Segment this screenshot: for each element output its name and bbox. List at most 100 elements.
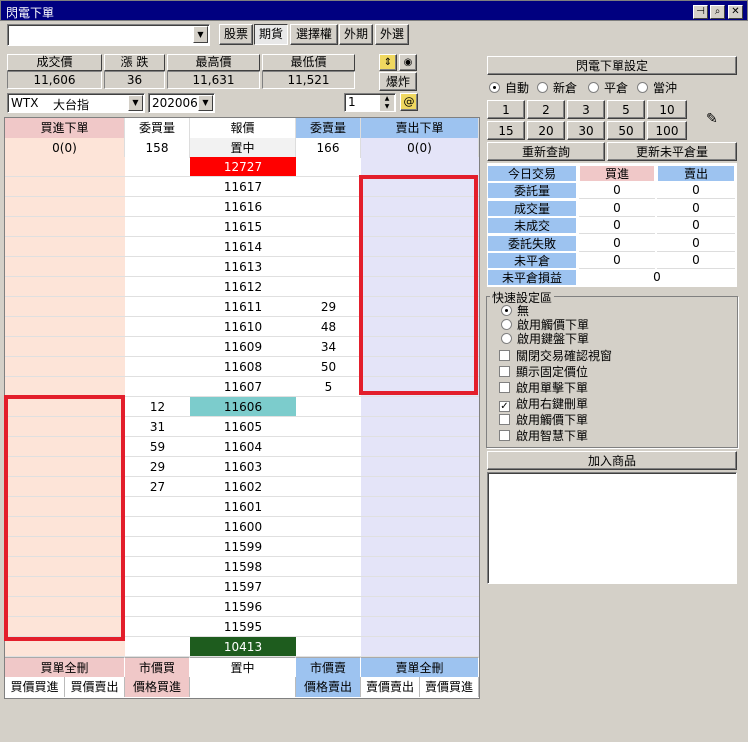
product-list[interactable]: [487, 472, 737, 584]
buy-order-cell[interactable]: [5, 337, 125, 357]
price-cell[interactable]: 11608: [190, 357, 296, 377]
footer2-button-1[interactable]: 買價賣出: [65, 677, 125, 697]
eye-icon[interactable]: ◉: [399, 54, 417, 71]
price-cell[interactable]: 11600: [190, 517, 296, 537]
footer2-button-0[interactable]: 買價買進: [5, 677, 65, 697]
price-cell[interactable]: 11603: [190, 457, 296, 477]
sell-order-cell[interactable]: [361, 277, 479, 297]
price-cell[interactable]: 11612: [190, 277, 296, 297]
buy-order-cell[interactable]: [5, 477, 125, 497]
sort-icon[interactable]: ⇕: [379, 54, 397, 71]
sell-order-cell[interactable]: [361, 497, 479, 517]
buy-order-cell[interactable]: [5, 417, 125, 437]
sell-order-cell[interactable]: [361, 177, 479, 197]
price-cell[interactable]: 11615: [190, 217, 296, 237]
search-icon[interactable]: ⌕: [710, 5, 725, 19]
close-icon[interactable]: ✕: [728, 5, 743, 19]
sell-order-cell[interactable]: [361, 357, 479, 377]
price-cell[interactable]: 11599: [190, 537, 296, 557]
mode-radio-3[interactable]: 當沖: [637, 79, 677, 96]
buy-order-cell[interactable]: [5, 377, 125, 397]
tab-2[interactable]: 選擇權: [290, 24, 338, 45]
price-cell[interactable]: 11604: [190, 437, 296, 457]
buy-order-cell[interactable]: [5, 237, 125, 257]
settings-title-button[interactable]: 閃電下單設定: [487, 56, 737, 75]
qty-button-100[interactable]: 100: [647, 121, 687, 140]
buy-order-cell[interactable]: [5, 297, 125, 317]
spin-up-icon[interactable]: ▲: [380, 95, 394, 103]
sell-order-cell[interactable]: [361, 517, 479, 537]
quick-radio-2[interactable]: 啟用鍵盤下單: [501, 330, 589, 347]
footer2-button-2[interactable]: 價格買進: [125, 677, 190, 697]
tab-3[interactable]: 外期: [339, 24, 373, 45]
price-cell[interactable]: 11609: [190, 337, 296, 357]
price-cell[interactable]: 11601: [190, 497, 296, 517]
sell-order-cell[interactable]: [361, 197, 479, 217]
buy-order-cell[interactable]: [5, 637, 125, 657]
buy-order-cell[interactable]: [5, 357, 125, 377]
qty-button-5[interactable]: 5: [607, 100, 645, 119]
buy-order-cell[interactable]: [5, 597, 125, 617]
quick-check-0[interactable]: 關閉交易確認視窗: [499, 347, 612, 364]
footer2-button-6[interactable]: 賣價買進: [420, 677, 479, 697]
eraser-icon[interactable]: ✎: [706, 111, 718, 127]
sell-order-cell[interactable]: [361, 297, 479, 317]
sell-order-cell[interactable]: [361, 457, 479, 477]
sell-order-cell[interactable]: [361, 557, 479, 577]
price-cell[interactable]: 11617: [190, 177, 296, 197]
buy-order-cell[interactable]: [5, 497, 125, 517]
buy-order-cell[interactable]: [5, 517, 125, 537]
price-cell[interactable]: 11614: [190, 237, 296, 257]
price-cell[interactable]: 11602: [190, 477, 296, 497]
buy-order-cell[interactable]: [5, 217, 125, 237]
qty-button-1[interactable]: 1: [487, 100, 525, 119]
quick-check-4[interactable]: 啟用觸價下單: [499, 411, 588, 428]
footer2-button-4[interactable]: 價格賣出: [296, 677, 361, 697]
footer-sell-all-button[interactable]: 賣單全刪: [361, 657, 479, 677]
sell-order-cell[interactable]: [361, 257, 479, 277]
price-cell[interactable]: 11606: [190, 397, 296, 417]
buy-order-cell[interactable]: [5, 257, 125, 277]
buy-order-cell[interactable]: [5, 557, 125, 577]
quick-check-2[interactable]: 啟用單擊下單: [499, 379, 588, 396]
buy-order-cell[interactable]: [5, 177, 125, 197]
price-cell[interactable]: 11611: [190, 297, 296, 317]
update-open-button[interactable]: 更新未平倉量: [607, 142, 737, 161]
buy-order-cell[interactable]: [5, 317, 125, 337]
mode-radio-0[interactable]: 自動: [489, 79, 529, 96]
product-select[interactable]: WTX 大台指 ▼: [7, 93, 145, 113]
mode-radio-1[interactable]: 新倉: [537, 79, 577, 96]
qty-button-2[interactable]: 2: [527, 100, 565, 119]
pin-icon[interactable]: ⊣: [693, 5, 708, 19]
sell-order-cell[interactable]: [361, 217, 479, 237]
buy-order-cell[interactable]: [5, 537, 125, 557]
price-cell[interactable]: 11596: [190, 597, 296, 617]
sell-order-cell[interactable]: [361, 397, 479, 417]
qty-button-50[interactable]: 50: [607, 121, 645, 140]
sell-order-cell[interactable]: [361, 637, 479, 657]
refresh-icon[interactable]: @: [400, 93, 418, 111]
spin-down-icon[interactable]: ▼: [380, 103, 394, 111]
tab-0[interactable]: 股票: [219, 24, 253, 45]
qty-button-30[interactable]: 30: [567, 121, 605, 140]
tab-1[interactable]: 期貨: [254, 24, 288, 45]
footer-buy-all-button[interactable]: 買單全刪: [5, 657, 125, 677]
price-cell[interactable]: 11605: [190, 417, 296, 437]
sell-order-cell[interactable]: [361, 317, 479, 337]
sell-order-cell[interactable]: [361, 537, 479, 557]
qty-button-3[interactable]: 3: [567, 100, 605, 119]
footer-center-button[interactable]: 置中: [190, 657, 296, 677]
month-select[interactable]: 202006 ▼: [148, 93, 215, 113]
explode-button[interactable]: 爆炸: [379, 72, 417, 91]
sell-order-cell[interactable]: [361, 617, 479, 637]
sell-order-cell[interactable]: [361, 157, 479, 177]
buy-order-cell[interactable]: [5, 277, 125, 297]
buy-order-cell[interactable]: [5, 457, 125, 477]
footer2-button-3[interactable]: [190, 677, 296, 697]
price-cell[interactable]: 11598: [190, 557, 296, 577]
price-cell[interactable]: 11607: [190, 377, 296, 397]
sell-order-cell[interactable]: [361, 477, 479, 497]
sell-order-cell[interactable]: [361, 437, 479, 457]
add-product-button[interactable]: 加入商品: [487, 451, 737, 470]
quick-check-1[interactable]: 顯示固定價位: [499, 363, 588, 380]
